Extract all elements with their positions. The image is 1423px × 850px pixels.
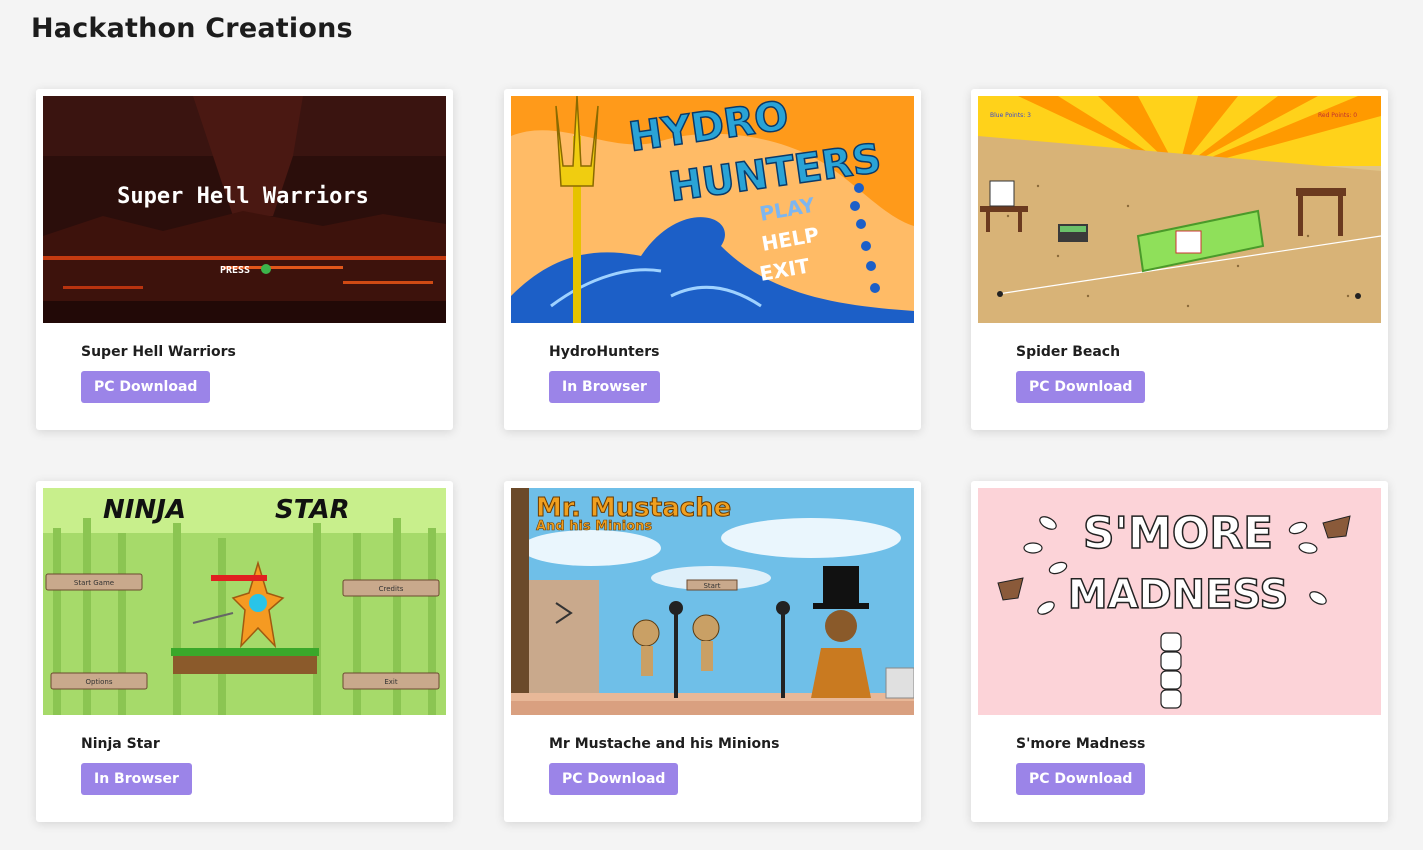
super-hell-warriors-image: Super Hell Warriors PRESS <box>43 96 446 323</box>
image-title-left: NINJA <box>103 495 186 525</box>
game-card-ninja-star: NINJA STAR Start Game Credits Options Ex… <box>36 481 453 822</box>
game-thumbnail[interactable]: NINJA STAR Start Game Credits Options Ex… <box>43 488 446 715</box>
image-title-line2: And his Minions <box>536 519 652 534</box>
game-title: S'more Madness <box>1016 736 1146 752</box>
game-title: Spider Beach <box>1016 344 1121 360</box>
page-title: Hackathon Creations <box>31 13 353 44</box>
a-button-icon <box>261 264 271 274</box>
in-browser-button[interactable]: In Browser <box>81 763 192 795</box>
image-prompt-text: PRESS <box>220 265 250 276</box>
image-title-text: Super Hell Warriors <box>117 184 369 209</box>
image-menu-options: Options <box>85 678 112 686</box>
pc-download-button[interactable]: PC Download <box>1016 763 1146 795</box>
image-menu-start: Start Game <box>74 579 114 587</box>
game-card-smore-madness: S'MORE MADNESS S'more Madness PC Downloa… <box>971 481 1388 822</box>
game-thumbnail[interactable]: Super Hell Warriors PRESS <box>43 96 446 323</box>
image-menu-credits: Credits <box>379 585 404 593</box>
image-title-line1: S'MORE <box>1083 508 1273 559</box>
game-thumbnail[interactable]: S'MORE MADNESS <box>978 488 1381 715</box>
ninja-star-image: NINJA STAR Start Game Credits Options Ex… <box>43 488 446 715</box>
game-title: HydroHunters <box>549 344 660 360</box>
game-card-super-hell-warriors: Super Hell Warriors PRESS Super Hell War… <box>36 89 453 430</box>
smore-madness-image: S'MORE MADNESS <box>978 488 1381 715</box>
game-title: Super Hell Warriors <box>81 344 236 360</box>
game-title: Mr Mustache and his Minions <box>549 736 780 752</box>
image-menu-exit: Exit <box>384 678 398 686</box>
red-points-text: Red Points: 0 <box>1318 112 1357 119</box>
image-title-line2: MADNESS <box>1068 572 1289 618</box>
pc-download-button[interactable]: PC Download <box>549 763 679 795</box>
game-card-mr-mustache: Mr. Mustache And his Minions Start Mr Mu… <box>504 481 921 822</box>
blue-points-text: Blue Points: 3 <box>990 112 1031 119</box>
game-thumbnail[interactable]: Mr. Mustache And his Minions Start <box>511 488 914 715</box>
in-browser-button[interactable]: In Browser <box>549 371 660 403</box>
hydrohunters-image: HYDRO HUNTERS PLAY HELP EXIT <box>511 96 914 323</box>
pc-download-button[interactable]: PC Download <box>81 371 211 403</box>
game-thumbnail[interactable]: HYDRO HUNTERS PLAY HELP EXIT <box>511 96 914 323</box>
game-title: Ninja Star <box>81 736 160 752</box>
pc-download-button[interactable]: PC Download <box>1016 371 1146 403</box>
mr-mustache-image: Mr. Mustache And his Minions Start <box>511 488 914 715</box>
spider-beach-image: Blue Points: 3 Red Points: 0 <box>978 96 1381 323</box>
game-thumbnail[interactable]: Blue Points: 3 Red Points: 0 <box>978 96 1381 323</box>
game-card-hydrohunters: HYDRO HUNTERS PLAY HELP EXIT HydroHunter… <box>504 89 921 430</box>
image-title-right: STAR <box>275 495 350 525</box>
game-card-spider-beach: Blue Points: 3 Red Points: 0 Spider Beac… <box>971 89 1388 430</box>
image-start-text: Start <box>703 582 720 590</box>
